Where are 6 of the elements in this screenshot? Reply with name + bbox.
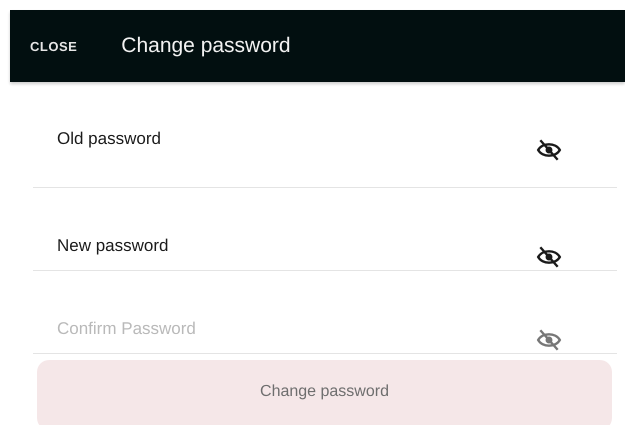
eye-slash-icon[interactable] bbox=[536, 244, 562, 270]
password-field[interactable]: Old password bbox=[33, 82, 617, 188]
password-field[interactable]: New password bbox=[33, 188, 617, 271]
eye-slash-icon[interactable] bbox=[536, 137, 562, 163]
screen-title: Change password bbox=[121, 34, 291, 58]
close-button[interactable]: CLOSE bbox=[30, 38, 78, 54]
